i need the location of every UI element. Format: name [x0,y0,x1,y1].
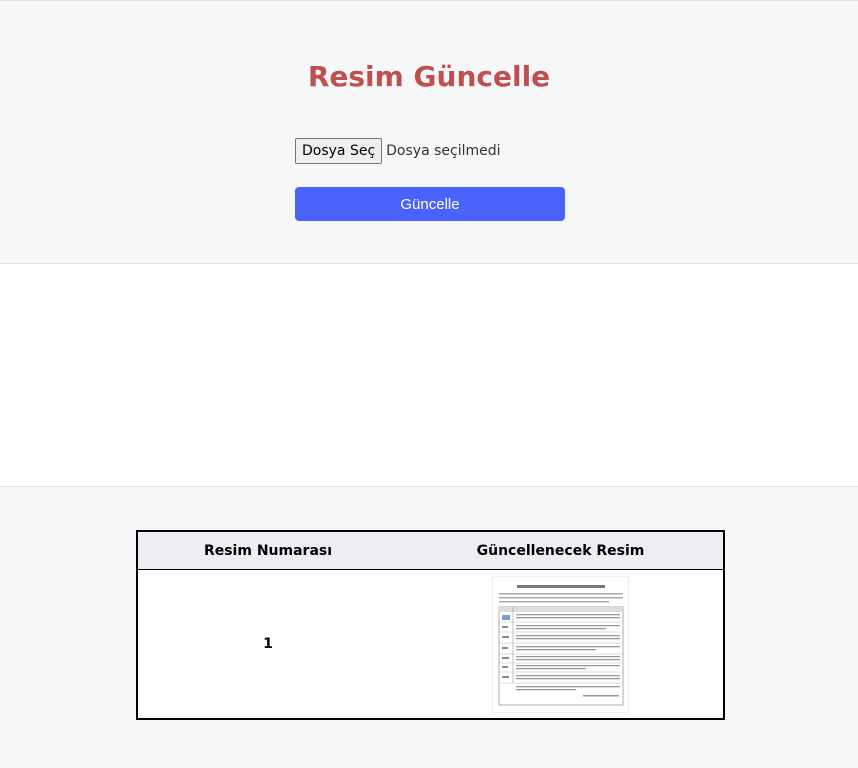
update-button[interactable]: Güncelle [295,187,565,221]
upload-form-section: Resim Güncelle Dosya Seç Dosya seçilmedi… [0,0,858,264]
page-title: Resim Güncelle [307,60,551,93]
file-input[interactable]: Dosya Seç Dosya seçilmedi [295,138,501,164]
header-image-to-update: Güncellenecek Resim [398,531,724,570]
image-table: Resim Numarası Güncellenecek Resim 1 [136,530,725,720]
document-thumbnail-image [492,575,629,713]
file-status-text: Dosya seçilmedi [386,143,501,159]
image-number-cell: 1 [263,636,273,652]
document-thumbnail-graphic [493,576,628,712]
image-cell [398,570,724,720]
table-header-row: Resim Numarası Güncellenecek Resim [137,531,724,570]
choose-file-button[interactable]: Dosya Seç [295,138,383,164]
table-row: 1 [137,570,724,720]
header-image-number: Resim Numarası [137,531,398,570]
